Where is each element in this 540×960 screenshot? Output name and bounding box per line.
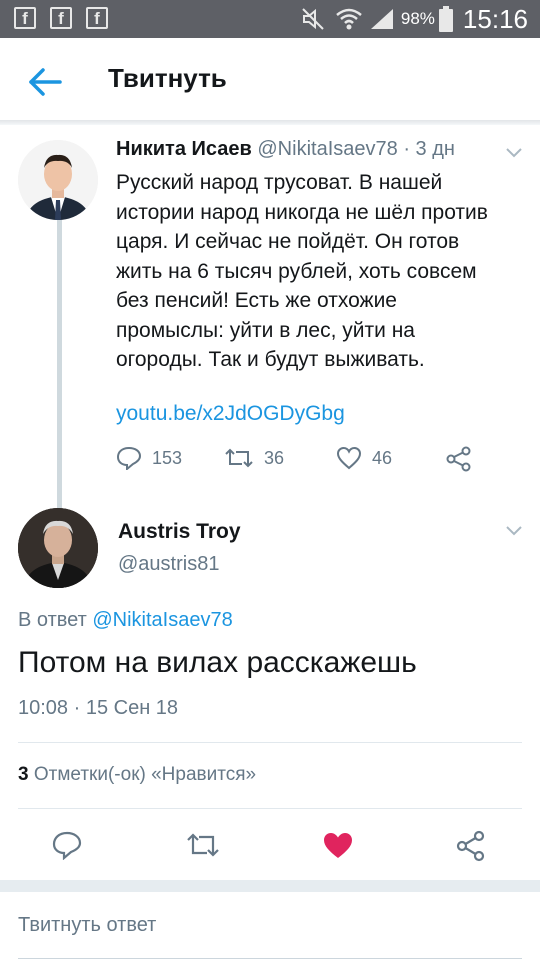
facebook-icon: f: [86, 7, 108, 29]
retweet-count: 36: [264, 447, 285, 468]
reply-action[interactable]: 153: [116, 446, 182, 470]
reply-prefix: В ответ: [18, 609, 87, 631]
facebook-icon: f: [50, 7, 72, 29]
reply-mention[interactable]: @NikitaIsaev78: [92, 609, 232, 631]
reply-actions: [0, 824, 540, 868]
reply-box[interactable]: Твитнуть ответ: [0, 892, 540, 960]
status-bar: f f f 98% 15:16: [0, 0, 540, 38]
share-icon: [446, 446, 471, 472]
heart-icon[interactable]: [322, 830, 354, 860]
share-icon[interactable]: [456, 830, 486, 862]
tweet-age: · 3 дн: [403, 138, 455, 160]
retweet-action[interactable]: 36: [224, 446, 284, 470]
likes-count: 3: [18, 764, 29, 785]
tweet-header: Никита Исаев @NikitaIsaev78 · 3 дн: [116, 138, 455, 161]
app-header: Твитнуть: [0, 38, 540, 124]
reply-placeholder: Твитнуть ответ: [18, 914, 157, 936]
tweet-link[interactable]: youtu.be/x2JdOGDyGbg: [116, 402, 345, 426]
battery-icon: [438, 6, 453, 32]
author-handle[interactable]: @austris81: [118, 553, 219, 576]
clock: 15:16: [462, 3, 528, 34]
page-title: Твитнуть: [108, 63, 227, 93]
tweet-text: Потом на вилах расскажешь: [18, 646, 417, 679]
chevron-down-icon[interactable]: [506, 526, 522, 536]
input-underline: [18, 958, 522, 959]
likes-label: Отметки(-ок) «Нравится»: [33, 764, 257, 785]
heart-icon: [336, 446, 362, 470]
mute-icon: [302, 8, 324, 30]
wifi-icon: [336, 8, 362, 30]
reply-icon[interactable]: [52, 830, 82, 860]
battery-percent: 98%: [400, 9, 435, 28]
tweet-text: Русский народ трусоват. В нашей истории …: [116, 171, 488, 371]
avatar[interactable]: [18, 508, 98, 588]
reply-context: В ответ @NikitaIsaev78: [18, 609, 233, 632]
author-name[interactable]: Никита Исаев: [116, 138, 252, 160]
back-arrow-icon[interactable]: [28, 68, 62, 96]
likes-summary[interactable]: 3 Отметки(-ок) «Нравится»: [18, 764, 256, 786]
thread-connector: [57, 218, 62, 508]
share-action[interactable]: [446, 446, 482, 472]
chevron-down-icon[interactable]: [506, 148, 522, 158]
author-name[interactable]: Austris Troy: [118, 520, 241, 544]
like-action[interactable]: 46: [336, 446, 392, 470]
retweet-icon[interactable]: [186, 830, 220, 860]
signal-icon: [370, 9, 393, 29]
retweet-icon: [225, 448, 253, 468]
like-count: 46: [372, 447, 393, 468]
divider: [18, 742, 522, 743]
divider: [18, 808, 522, 809]
tweet-timestamp: 10:08 · 15 Сен 18: [18, 697, 179, 719]
reply-icon: [116, 446, 142, 470]
avatar[interactable]: [18, 140, 98, 220]
facebook-icon: f: [14, 7, 36, 29]
author-handle[interactable]: @NikitaIsaev78: [257, 138, 397, 160]
reply-count: 153: [152, 447, 183, 468]
section-gap: [0, 880, 540, 892]
header-shadow: [0, 120, 540, 125]
